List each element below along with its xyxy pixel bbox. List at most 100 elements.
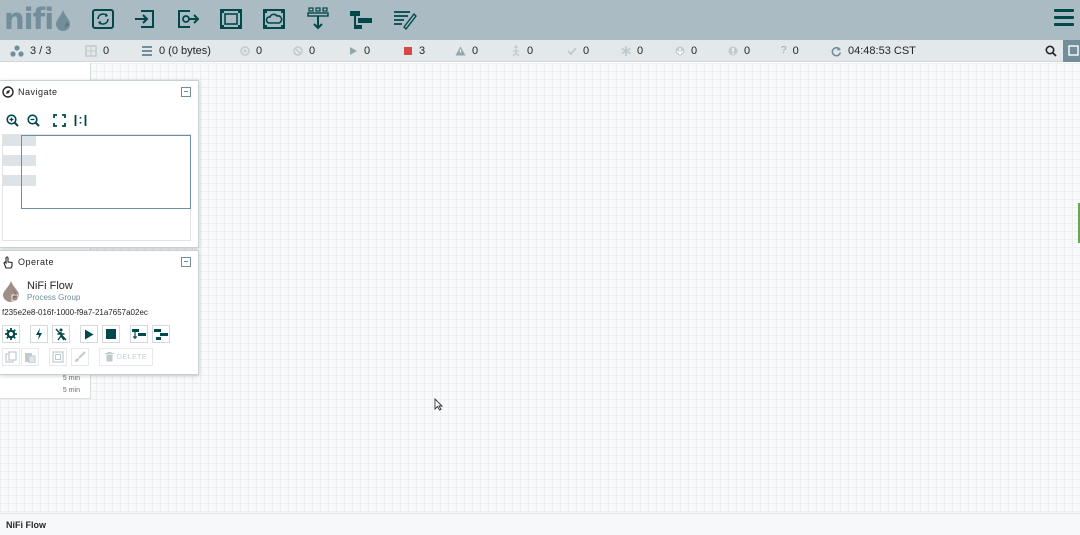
paste-icon: [25, 353, 36, 363]
invalid-value: 0: [472, 45, 479, 57]
operate-header[interactable]: Operate: [0, 251, 198, 273]
operate-title: Operate: [18, 257, 55, 267]
selection-type: Process Group: [27, 293, 81, 302]
template-icon: [350, 11, 372, 29]
breadcrumb: NiFi Flow: [0, 513, 1080, 535]
funnel-component-button[interactable]: [304, 6, 332, 32]
zoom-out-button[interactable]: [24, 111, 42, 129]
trash-icon: [104, 352, 114, 362]
queued-value: 0 (0 bytes): [159, 45, 211, 57]
refresh-time: 04:48:53 CST: [848, 45, 916, 57]
zoom-in-icon: [5, 113, 19, 127]
create-template-button[interactable]: [130, 325, 148, 343]
start-button[interactable]: [80, 325, 98, 343]
copy-icon: [5, 351, 17, 363]
actual-size-icon: [74, 114, 86, 126]
selection-id: f235e2e8-016f-1000-f9a7-21a7657a02ec: [2, 308, 148, 317]
navigate-palette: Navigate: [0, 80, 199, 248]
bulletin-board-button[interactable]: [1063, 40, 1080, 62]
fit-to-screen-button[interactable]: [50, 111, 68, 129]
transmitting-status: 3 / 3: [10, 44, 51, 58]
hamburger-icon-bar: [1054, 23, 1074, 26]
process-group-component-button[interactable]: [217, 6, 245, 32]
operate-secondary-actions: DELETE: [2, 348, 153, 366]
processor-component-button[interactable]: [89, 6, 117, 32]
sync-failure-value: 0: [792, 45, 799, 57]
transmitting-ports-status: 0: [240, 44, 262, 58]
locally-modified-stale-value: 0: [744, 45, 751, 57]
flow-search-button[interactable]: [1040, 40, 1062, 62]
hand-pointer-icon: [3, 256, 13, 269]
bolt-icon: [36, 328, 42, 340]
label-component-button[interactable]: [391, 6, 419, 32]
exclamation-icon: [728, 46, 738, 56]
logo-text: nifi: [4, 2, 54, 36]
selection-name: NiFi Flow: [27, 280, 73, 292]
navigate-collapse-button[interactable]: [181, 87, 191, 97]
invalid-status: 0: [455, 44, 478, 58]
fit-screen-icon: [52, 113, 66, 127]
delete-label: DELETE: [116, 353, 148, 361]
global-menu-button[interactable]: [1054, 9, 1074, 29]
enable-button[interactable]: [30, 325, 48, 343]
operate-collapse-button[interactable]: [181, 257, 191, 267]
label-icon: [394, 11, 417, 30]
question-icon: ?: [781, 45, 787, 56]
remote-process-group-icon: [263, 9, 285, 29]
queued-status: 0 (0 bytes): [141, 44, 211, 58]
stop-button[interactable]: [102, 325, 120, 343]
output-port-component-button[interactable]: [174, 6, 202, 32]
locally-modified-stale-status: 0: [728, 44, 750, 58]
output-port-icon: [178, 10, 200, 28]
stale-value: 0: [691, 45, 698, 57]
flow-status-bar: 3 / 3 0 0 (0 bytes) 0 0 0 3 0 0 0 0 0 0 …: [0, 40, 1080, 62]
group-button[interactable]: [49, 348, 67, 366]
not-transmitting-icon: [293, 46, 303, 56]
create-template-icon: [132, 329, 146, 339]
template-component-button[interactable]: [347, 6, 375, 32]
navigate-title: Navigate: [18, 87, 58, 97]
delete-button[interactable]: DELETE: [99, 348, 153, 366]
transmitting-value: 3 / 3: [30, 45, 52, 57]
running-status: 0: [349, 44, 370, 58]
nifi-drop-icon: [56, 10, 71, 31]
stale-status: 0: [675, 44, 697, 58]
nifi-logo: nifi: [4, 4, 71, 34]
input-port-icon: [135, 10, 154, 28]
hamburger-icon-bar: [1054, 16, 1074, 19]
funnel-icon: [307, 7, 329, 30]
navigate-header[interactable]: Navigate: [0, 81, 198, 103]
components-icon: [85, 45, 97, 57]
color-button[interactable]: [71, 348, 89, 366]
transmitting-icon: [240, 46, 250, 56]
refresh-status[interactable]: 04:48:53 CST: [831, 44, 916, 58]
copy-button[interactable]: [2, 348, 20, 366]
paint-brush-icon: [75, 351, 86, 362]
process-group-drop-icon: [3, 281, 19, 302]
birdseye-viewport[interactable]: [21, 135, 191, 209]
configure-button[interactable]: [2, 325, 20, 343]
cluster-icon: [10, 45, 24, 57]
running-value: 0: [364, 45, 371, 57]
upload-template-button[interactable]: [152, 325, 170, 343]
gear-icon: [5, 328, 17, 340]
stale-icon: [675, 46, 685, 56]
input-port-component-button[interactable]: [131, 6, 159, 32]
compass-icon: [2, 86, 14, 98]
disable-button[interactable]: [52, 325, 70, 343]
app-header: nifi: [0, 0, 1080, 40]
transmitting-ports-value: 0: [256, 45, 263, 57]
processor-icon: [92, 9, 114, 29]
up-to-date-value: 0: [583, 45, 590, 57]
zoom-in-button[interactable]: [3, 111, 21, 129]
birdseye-view[interactable]: [2, 134, 191, 241]
actual-size-button[interactable]: [71, 111, 89, 129]
remote-process-group-component-button[interactable]: [260, 6, 288, 32]
mouse-cursor-icon: [434, 398, 443, 411]
play-icon: [85, 329, 94, 339]
queue-icon: [142, 46, 152, 56]
stub-time-2: 5 min: [62, 387, 80, 394]
components-value: 0: [103, 45, 110, 57]
paste-button[interactable]: [21, 348, 39, 366]
breadcrumb-item-root[interactable]: NiFi Flow: [6, 520, 46, 530]
